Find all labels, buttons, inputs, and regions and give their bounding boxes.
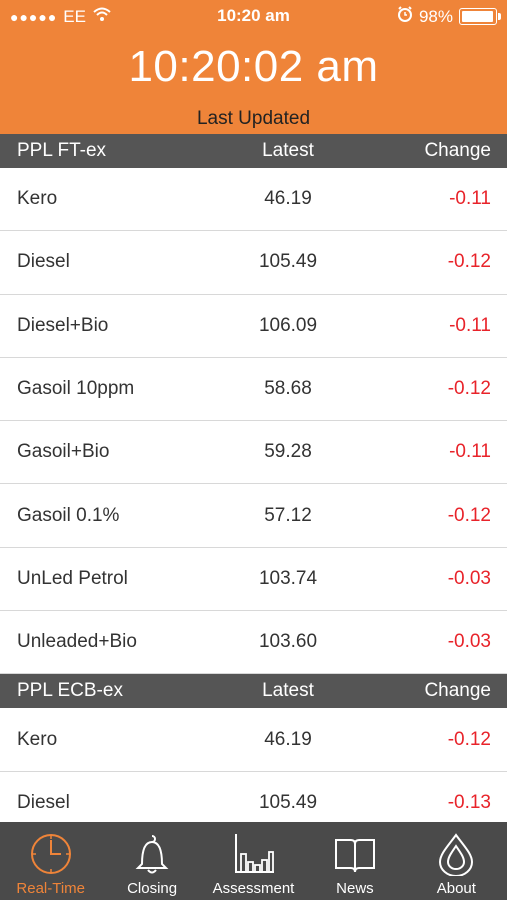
status-bar: ●●●●● EE 10:20 am 98% — [0, 0, 507, 36]
latest-price: 106.09 — [258, 314, 318, 336]
tab-label: Real-Time — [16, 880, 86, 897]
price-list: PPL FT-ex Latest Change Kero 46.19 -0.11 Diese… — [0, 134, 507, 835]
alarm-icon — [397, 6, 413, 27]
battery-level — [462, 11, 494, 22]
price-change: -0.11 — [449, 188, 491, 210]
price-row[interactable]: Diesel 105.49 -0.12 — [0, 231, 507, 295]
section-header: PPL ECB-ex Latest Change — [0, 674, 507, 709]
tab-news[interactable]: News — [304, 822, 405, 900]
tab-closing[interactable]: Closing — [101, 822, 202, 900]
price-row[interactable]: Kero 46.19 -0.12 — [0, 708, 507, 772]
product-name: Kero — [17, 728, 58, 750]
book-icon — [333, 822, 377, 881]
price-change: -0.12 — [447, 504, 491, 526]
latest-price: 58.68 — [264, 378, 312, 400]
section-title: PPL ECB-ex — [17, 680, 123, 702]
latest-price: 105.49 — [258, 251, 318, 273]
price-change: -0.12 — [447, 728, 491, 750]
last-updated-label: Last Updated — [196, 108, 311, 129]
latest-price: 103.60 — [258, 631, 318, 653]
battery-percent: 98% — [418, 6, 453, 26]
tab-label: About — [436, 880, 476, 897]
battery-icon — [459, 8, 501, 25]
price-change: -0.03 — [447, 567, 491, 589]
section-title: PPL FT-ex — [17, 140, 107, 161]
price-change: -0.03 — [447, 631, 491, 653]
column-change-header: Change — [424, 140, 491, 161]
clock-icon — [29, 822, 73, 881]
column-change-header: Change — [424, 680, 491, 702]
latest-price: 46.19 — [264, 728, 312, 750]
price-row[interactable]: Gasoil 0.1% 57.12 -0.12 — [0, 484, 507, 548]
tab-label: Closing — [127, 880, 178, 897]
price-change: -0.11 — [449, 441, 491, 463]
tab-label: Assessment — [212, 880, 295, 897]
latest-price: 103.74 — [258, 567, 318, 589]
product-name: Gasoil+Bio — [17, 441, 110, 463]
product-name: Gasoil 0.1% — [17, 504, 120, 526]
product-name: Diesel — [17, 791, 70, 813]
tab-assessment[interactable]: Assessment — [203, 822, 304, 900]
header: ●●●●● EE 10:20 am 98% 10:20:02 am Last U… — [0, 0, 507, 134]
updated-clock: 10:20:02 am — [128, 42, 379, 91]
price-row[interactable]: UnLed Petrol 103.74 -0.03 — [0, 547, 507, 612]
price-change: -0.13 — [447, 791, 491, 813]
section-header: PPL FT-ex Latest Change — [0, 134, 507, 168]
tab-real-time[interactable]: Real-Time — [0, 822, 101, 900]
price-row[interactable]: Gasoil 10ppm 58.68 -0.12 — [0, 357, 507, 422]
product-name: Gasoil 10ppm — [17, 378, 135, 400]
product-name: UnLed Petrol — [17, 567, 128, 589]
price-row[interactable]: Unleaded+Bio 103.60 -0.03 — [0, 611, 507, 675]
price-change: -0.12 — [447, 251, 491, 273]
price-row[interactable]: Diesel+Bio 106.09 -0.11 — [0, 294, 507, 358]
product-name: Diesel+Bio — [17, 314, 109, 336]
price-row[interactable]: Kero 46.19 -0.11 — [0, 168, 507, 232]
latest-price: 59.28 — [264, 441, 312, 463]
product-name: Kero — [17, 188, 58, 210]
price-change: -0.12 — [447, 378, 491, 400]
tab-about[interactable]: About — [406, 822, 507, 900]
column-latest-header: Latest — [262, 140, 314, 161]
product-name: Unleaded+Bio — [17, 631, 137, 653]
tab-bar: Real-Time Closing Assessment News About — [0, 822, 507, 900]
latest-price: 57.12 — [264, 504, 312, 526]
bar-chart-icon — [232, 822, 276, 881]
latest-price: 46.19 — [264, 188, 312, 210]
tab-label: News — [336, 880, 374, 897]
column-latest-header: Latest — [262, 680, 314, 702]
latest-price: 105.49 — [258, 791, 318, 813]
price-change: -0.11 — [449, 314, 491, 336]
product-name: Diesel — [17, 251, 70, 273]
bell-icon — [130, 822, 174, 881]
drop-icon — [434, 822, 478, 881]
price-row[interactable]: Gasoil+Bio 59.28 -0.11 — [0, 421, 507, 485]
